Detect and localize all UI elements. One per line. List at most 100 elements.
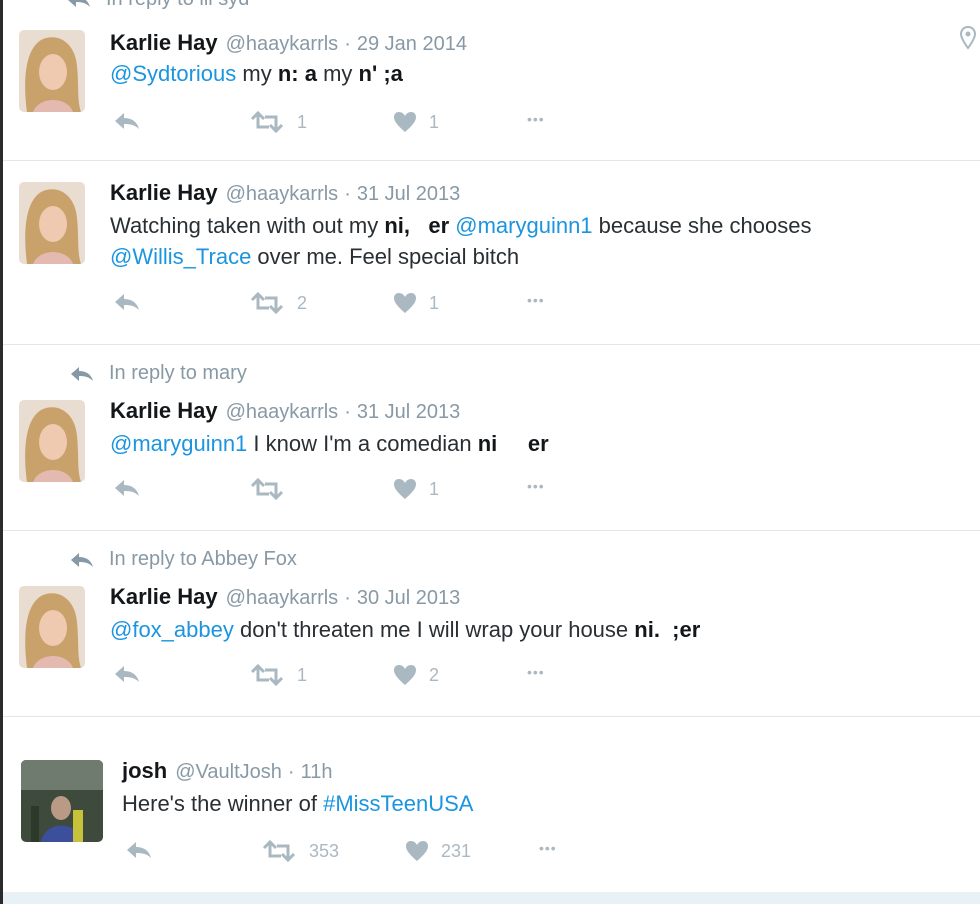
tweet-header: Karlie Hay @haaykarrls · 31 Jul 2013 (110, 180, 460, 206)
tweet-text-segment: over me. Feel special bitch (251, 244, 520, 269)
heart-icon (394, 479, 416, 499)
reply-arrow-icon (115, 480, 139, 496)
tweet-text: @Sydtorious my n: a my n' ;a (110, 58, 950, 89)
tweet-text-bold: n: (277, 61, 299, 86)
separator-dot: · (344, 183, 351, 205)
retweet-icon (250, 478, 284, 500)
reply-arrow-icon (115, 113, 139, 129)
bottom-strip (3, 892, 980, 904)
more-button[interactable]: ••• (527, 664, 545, 680)
tweet-date[interactable]: 30 Jul 2013 (357, 587, 460, 610)
author-handle[interactable]: @haaykarrls (226, 183, 339, 206)
tweet-date[interactable]: 31 Jul 2013 (357, 183, 460, 206)
tweet-text-segment: Here's the winner of (122, 791, 324, 816)
author-handle[interactable]: @VaultJosh (175, 761, 282, 784)
retweet-icon (262, 840, 296, 862)
tweet-header: Karlie Hay @haaykarrls · 29 Jan 2014 (110, 30, 467, 56)
more-dots-icon: ••• (527, 292, 545, 308)
tweet-text-segment: my (316, 61, 359, 86)
author-name[interactable]: Karlie Hay (110, 584, 218, 610)
tweet-text-gap (410, 213, 428, 238)
tweet-text-gap (497, 431, 528, 456)
like-count: 1 (429, 478, 440, 499)
tweet-date[interactable]: 31 Jul 2013 (357, 401, 460, 424)
tweet[interactable]: Karlie Hay @haaykarrls · 29 Jan 2014 @Sy… (3, 0, 980, 161)
reply-arrow-icon (127, 842, 151, 858)
mention-link[interactable]: @fox_abbey (110, 617, 234, 642)
reply-arrow-icon (115, 294, 139, 310)
avatar[interactable] (19, 586, 85, 668)
reply-button[interactable] (113, 292, 141, 312)
retweet-button[interactable] (249, 478, 297, 500)
retweet-count: 2 (297, 292, 308, 313)
tweet-text-bold: ni. (634, 617, 660, 642)
like-count: 1 (429, 292, 440, 313)
retweet-button[interactable]: 353 (261, 840, 339, 862)
separator-dot: · (344, 33, 351, 55)
reply-button[interactable] (113, 111, 141, 131)
author-handle[interactable]: @haaykarrls (226, 401, 339, 424)
heart-icon (406, 841, 428, 861)
retweet-count: 353 (309, 840, 340, 861)
tweet-text: Here's the winner of #MissTeenUSA (122, 788, 962, 819)
reply-button[interactable] (125, 840, 153, 860)
tweet-text-gap (660, 617, 672, 642)
author-name[interactable]: Karlie Hay (110, 180, 218, 206)
reply-button[interactable] (113, 478, 141, 498)
retweet-button[interactable]: 1 (249, 111, 307, 133)
avatar[interactable] (19, 182, 85, 264)
reply-button[interactable] (113, 664, 141, 684)
like-button[interactable]: 2 (393, 664, 439, 686)
more-button[interactable]: ••• (539, 840, 557, 856)
tweet-date[interactable]: 29 Jan 2014 (357, 33, 467, 56)
reply-arrow-icon (71, 552, 93, 567)
reply-arrow-icon (115, 666, 139, 682)
author-name[interactable]: josh (122, 758, 167, 784)
like-button[interactable]: 231 (405, 840, 471, 862)
reply-context[interactable]: In reply to mary (69, 362, 247, 385)
more-dots-icon: ••• (527, 478, 545, 494)
tweet[interactable]: josh @VaultJosh · 11h Here's the winner … (3, 716, 980, 892)
avatar[interactable] (21, 760, 103, 842)
tweet-text-bold: ni, (384, 213, 410, 238)
like-button[interactable]: 1 (393, 478, 439, 500)
retweet-button[interactable]: 2 (249, 292, 307, 314)
heart-icon (394, 293, 416, 313)
author-name[interactable]: Karlie Hay (110, 30, 218, 56)
tweet-text: @maryguinn1 I know I'm a comedian ni er (110, 428, 950, 459)
more-dots-icon: ••• (527, 111, 545, 127)
retweet-button[interactable]: 1 (249, 664, 307, 686)
tweet-text: @fox_abbey don't threaten me I will wrap… (110, 614, 950, 645)
avatar[interactable] (19, 30, 85, 112)
tweet-header: Karlie Hay @haaykarrls · 30 Jul 2013 (110, 584, 460, 610)
retweet-icon (250, 111, 284, 133)
like-button[interactable]: 1 (393, 292, 439, 314)
heart-icon (394, 112, 416, 132)
author-handle[interactable]: @haaykarrls (226, 33, 339, 56)
more-dots-icon: ••• (539, 840, 557, 856)
mention-link[interactable]: @Willis_Trace (110, 244, 251, 269)
like-button[interactable]: 1 (393, 111, 439, 133)
mention-link[interactable]: @maryguinn1 (455, 213, 592, 238)
tweet[interactable]: Karlie Hay @haaykarrls · 31 Jul 2013 Wat… (3, 160, 980, 345)
hashtag-link[interactable]: #MissTeenUSA (323, 791, 473, 816)
author-handle[interactable]: @haaykarrls (226, 587, 339, 610)
tweet[interactable]: In reply to mary Karlie Hay @haaykarrls … (3, 344, 980, 531)
tweet-header: josh @VaultJosh · 11h (122, 758, 332, 784)
mention-link[interactable]: @maryguinn1 (110, 431, 247, 456)
tweet[interactable]: In reply to Abbey Fox Karlie Hay @haayka… (3, 530, 980, 717)
reply-arrow-icon (71, 366, 93, 381)
avatar[interactable] (19, 400, 85, 482)
more-button[interactable]: ••• (527, 292, 545, 308)
tweet-text-bold: ;a (383, 61, 403, 86)
mention-link[interactable]: @Sydtorious (110, 61, 236, 86)
separator-dot: · (287, 761, 295, 783)
author-name[interactable]: Karlie Hay (110, 398, 218, 424)
tweet-text-segment: because she chooses (592, 213, 812, 238)
tweet-header: Karlie Hay @haaykarrls · 31 Jul 2013 (110, 398, 460, 424)
more-button[interactable]: ••• (527, 111, 545, 127)
tweet-text-segment: my (236, 61, 278, 86)
more-button[interactable]: ••• (527, 478, 545, 494)
tweet-date[interactable]: 11h (301, 761, 333, 784)
reply-context[interactable]: In reply to Abbey Fox (69, 548, 297, 571)
